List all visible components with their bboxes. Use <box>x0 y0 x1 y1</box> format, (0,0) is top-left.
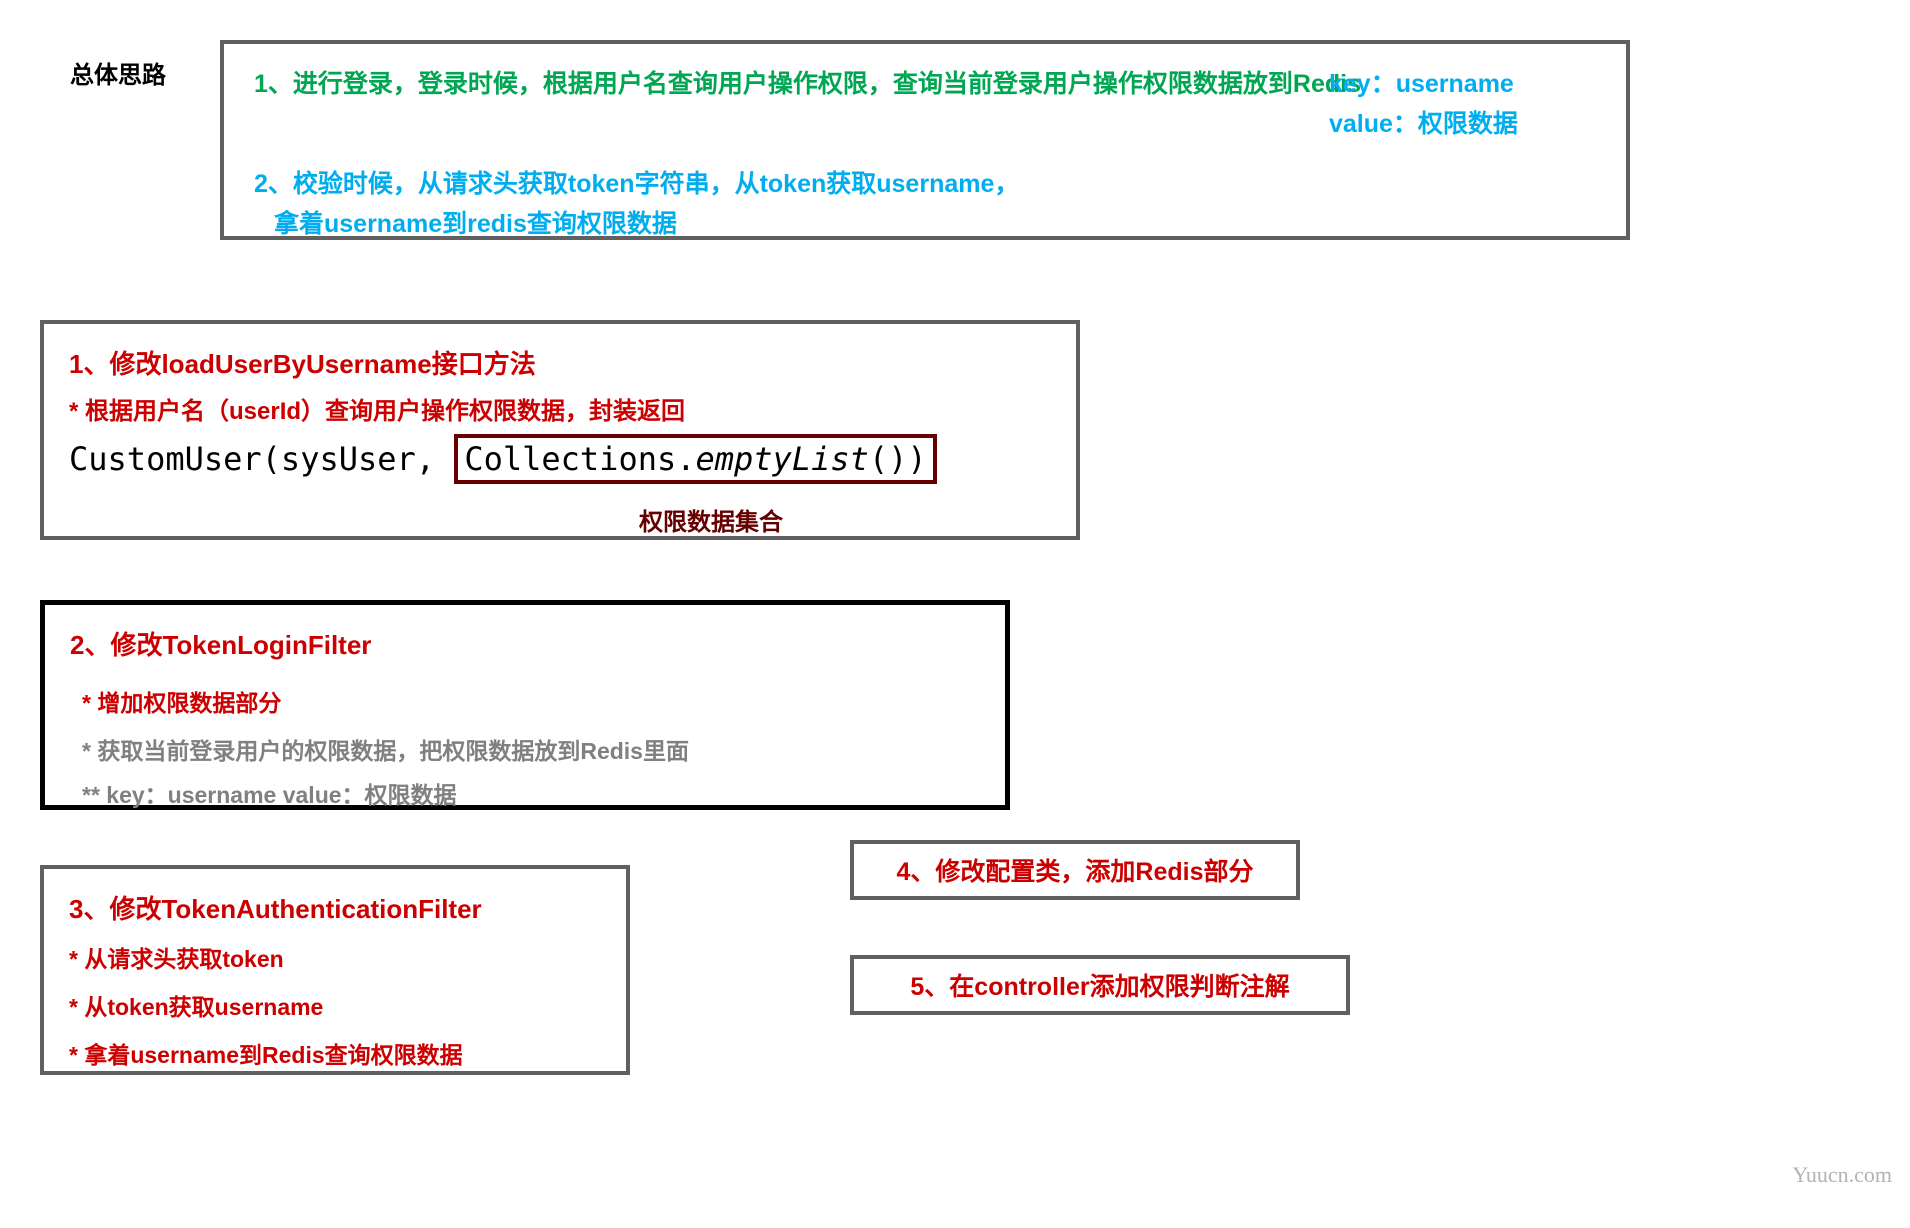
section3-line1: * 从请求头获取token <box>69 940 601 974</box>
overall-value-label: value：权限数据 <box>1329 104 1518 140</box>
overall-step1-text: 1、进行登录，登录时候，根据用户名查询用户操作权限，查询当前登录用户操作权限数据… <box>254 64 1361 100</box>
code-prefix: CustomUser(sysUser, <box>69 440 454 478</box>
code-suffix: ()) <box>869 440 927 478</box>
section5-title: 5、在controller添加权限判断注解 <box>910 967 1289 1003</box>
overall-key-label: key：username <box>1329 64 1514 100</box>
section3-title: 3、修改TokenAuthenticationFilter <box>69 889 601 926</box>
section3-line2: * 从token获取username <box>69 988 601 1022</box>
section2-title: 2、修改TokenLoginFilter <box>70 625 980 662</box>
overall-step2-line1: 2、校验时候，从请求头获取token字符串，从token获取username， <box>254 164 1019 200</box>
section3-line3: * 拿着username到Redis查询权限数据 <box>69 1036 601 1070</box>
section2-detail-1: * 获取当前登录用户的权限数据，把权限数据放到Redis里面 <box>82 732 980 766</box>
section4-title: 4、修改配置类，添加Redis部分 <box>897 852 1254 888</box>
code-collections: Collections. <box>464 440 695 478</box>
section5-box: 5、在controller添加权限判断注解 <box>850 955 1350 1015</box>
section2-box: 2、修改TokenLoginFilter * 增加权限数据部分 * 获取当前登录… <box>40 600 1010 810</box>
section1-subtitle: * 根据用户名（userId）查询用户操作权限数据，封装返回 <box>69 391 1051 426</box>
overall-step2-line2: 拿着username到redis查询权限数据 <box>274 204 677 240</box>
section3-box: 3、修改TokenAuthenticationFilter * 从请求头获取to… <box>40 865 630 1075</box>
section1-box: 1、修改loadUserByUsername接口方法 * 根据用户名（userI… <box>40 320 1080 540</box>
section1-code: CustomUser(sysUser, Collections.emptyLis… <box>69 434 1051 484</box>
code-highlight-box: Collections.emptyList()) <box>454 434 936 484</box>
overall-heading: 总体思路 <box>70 55 166 90</box>
section1-annotation: 权限数据集合 <box>639 502 1051 537</box>
overall-box: 1、进行登录，登录时候，根据用户名查询用户操作权限，查询当前登录用户操作权限数据… <box>220 40 1630 240</box>
section1-title: 1、修改loadUserByUsername接口方法 <box>69 344 1051 381</box>
watermark: Yuucn.com <box>1792 1162 1892 1188</box>
code-emptylist: emptyList <box>696 440 869 478</box>
section2-detail-2: ** key：username value：权限数据 <box>82 776 980 810</box>
section2-subtitle: * 增加权限数据部分 <box>82 684 980 718</box>
section4-box: 4、修改配置类，添加Redis部分 <box>850 840 1300 900</box>
